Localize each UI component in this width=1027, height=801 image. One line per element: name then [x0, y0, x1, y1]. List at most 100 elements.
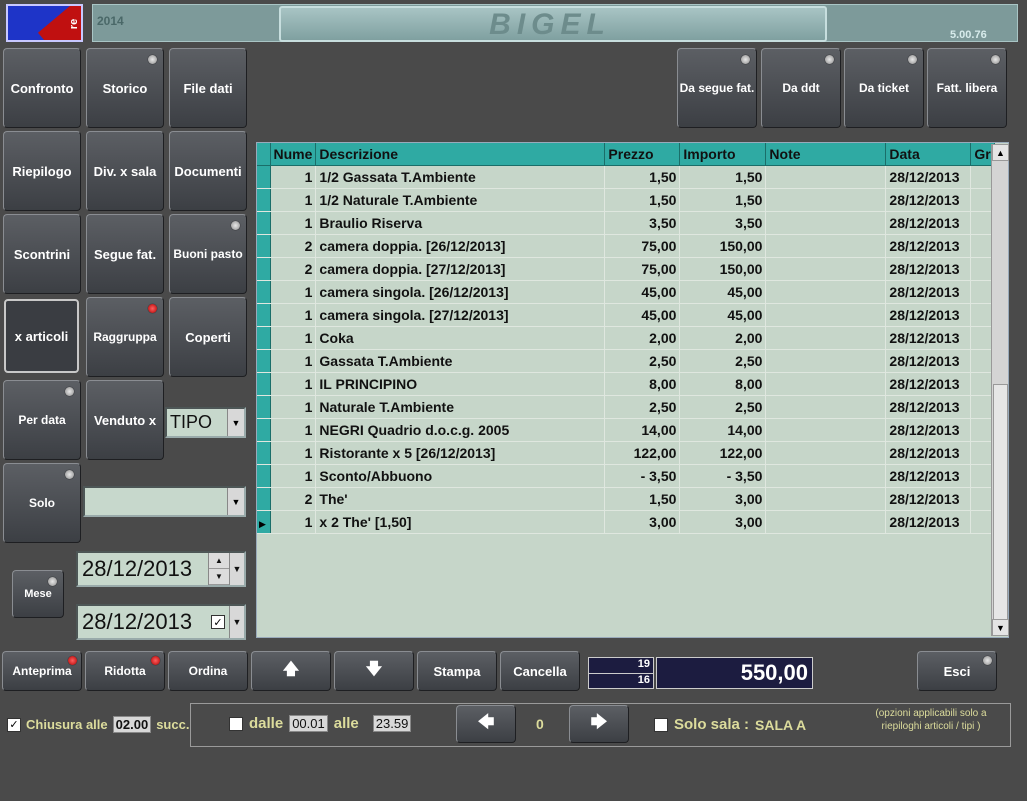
scroll-down-icon[interactable]: ▼ [992, 619, 1009, 636]
table-row[interactable]: 1 Naturale T.Ambiente 2,50 2,50 28/12/2013 [257, 395, 995, 419]
solo-button[interactable]: Solo [3, 463, 81, 543]
row-indicator[interactable] [257, 234, 271, 258]
x-articoli-button[interactable]: x articoli [4, 299, 79, 373]
row-indicator[interactable] [257, 487, 271, 511]
date-to-field[interactable]: 28/12/2013 ✓ ▼ [76, 604, 246, 640]
row-indicator[interactable] [257, 441, 271, 465]
fatt-libera-button[interactable]: Fatt. libera [927, 48, 1007, 128]
table-row[interactable]: 1 1/2 Gassata T.Ambiente 1,50 1,50 28/12/201… [257, 165, 995, 189]
chevron-down-icon[interactable]: ▼ [229, 553, 244, 585]
table-row[interactable]: 1 Sconto/Abbuono - 3,50- 3,50 28/12/2013 [257, 464, 995, 488]
dalle-to-input[interactable]: 23.59 [372, 715, 412, 732]
cell-descrizione: camera doppia. [26/12/2013] [315, 234, 606, 258]
chiusura-checkbox[interactable]: ✓ [7, 717, 21, 732]
scroll-up-icon[interactable]: ▲ [992, 144, 1009, 161]
table-row[interactable]: 1 1/2 Naturale T.Ambiente 1,50 1,50 28/12/20… [257, 188, 995, 212]
dalle-checkbox[interactable] [229, 716, 243, 731]
coperti-button[interactable]: Coperti [169, 297, 247, 377]
anteprima-button[interactable]: Anteprima [2, 651, 82, 691]
dalle-from-input[interactable]: 00.01 [289, 715, 328, 732]
row-indicator[interactable]: ▶ [257, 510, 271, 534]
row-indicator[interactable] [257, 395, 271, 419]
chiusura-time-input[interactable]: 02.00 [112, 716, 152, 733]
da-ddt-button[interactable]: Da ddt [761, 48, 841, 128]
tipo-select[interactable]: TIPO ▼ [165, 407, 246, 438]
div-sala-button[interactable]: Div. x sala [86, 131, 164, 211]
chevron-down-icon[interactable]: ▼ [229, 606, 244, 638]
table-row[interactable]: 2 camera doppia. [26/12/2013] 75,00 150,00 2… [257, 234, 995, 258]
solo-select[interactable]: ▼ [83, 486, 246, 517]
arrow-down-icon[interactable]: ▼ [209, 569, 229, 585]
cell-note [765, 303, 887, 327]
row-indicator[interactable] [257, 211, 271, 235]
move-down-button[interactable]: 🡇 [334, 651, 414, 691]
buoni-pasto-button[interactable]: Buoni pasto [169, 214, 247, 294]
ridotta-button[interactable]: Ridotta [85, 651, 165, 691]
row-indicator[interactable] [257, 165, 271, 189]
table-row[interactable]: ▶ 1 x 2 The' [1,50] 3,00 3,00 28/12/2013 [257, 510, 995, 534]
cell-data: 28/12/2013 [885, 257, 972, 281]
nav-next-button[interactable]: 🡆 [569, 705, 629, 743]
row-indicator[interactable] [257, 257, 271, 281]
row-indicator[interactable] [257, 280, 271, 304]
coperti-label: Coperti [185, 329, 231, 345]
da-ticket-button[interactable]: Da ticket [844, 48, 924, 128]
raggruppa-button[interactable]: Raggruppa [86, 297, 164, 377]
per-data-button[interactable]: Per data [3, 380, 81, 460]
col-header-descrizione[interactable]: Descrizione [315, 143, 606, 166]
row-indicator[interactable] [257, 372, 271, 396]
arrow-up-icon[interactable]: ▲ [209, 553, 229, 569]
date-spinner[interactable]: ▲ ▼ [208, 553, 229, 585]
da-segue-fat-button[interactable]: Da segue fat. [677, 48, 757, 128]
col-header-prezzo[interactable]: Prezzo [604, 143, 681, 166]
cancella-button[interactable]: Cancella [500, 651, 580, 691]
solo-sala-checkbox[interactable] [654, 717, 668, 732]
col-header-numero[interactable]: Nume [270, 143, 317, 166]
table-row[interactable]: 2 The' 1,50 3,00 28/12/2013 [257, 487, 995, 511]
venduto-x-button[interactable]: Venduto x [86, 380, 164, 460]
col-header-importo[interactable]: Importo [679, 143, 767, 166]
col-header-note[interactable]: Note [765, 143, 887, 166]
row-indicator[interactable] [257, 349, 271, 373]
riepilogo-button[interactable]: Riepilogo [3, 131, 81, 211]
total-amount: 550,00 [656, 657, 813, 689]
file-dati-button[interactable]: File dati [169, 48, 247, 128]
table-row[interactable]: 1 Ristorante x 5 [26/12/2013] 122,00 122,00… [257, 441, 995, 465]
table-row[interactable]: 1 camera singola. [26/12/2013] 45,00 45,00 2… [257, 280, 995, 304]
table-row[interactable]: 1 camera singola. [27/12/2013] 45,00 45,00 2… [257, 303, 995, 327]
mese-button[interactable]: Mese [12, 570, 64, 618]
table-row[interactable]: 1 NEGRI Quadrio d.o.c.g. 2005 14,00 14,00 28… [257, 418, 995, 442]
row-indicator[interactable] [257, 418, 271, 442]
date-from-field[interactable]: 28/12/2013 ▲ ▼ ▼ [76, 551, 246, 587]
table-row[interactable]: 2 camera doppia. [27/12/2013] 75,00 150,00 2… [257, 257, 995, 281]
ordina-button[interactable]: Ordina [168, 651, 248, 691]
cell-note [765, 211, 887, 235]
row-indicator[interactable] [257, 464, 271, 488]
scroll-thumb[interactable] [993, 384, 1008, 620]
col-header-data[interactable]: Data [885, 143, 972, 166]
row-indicator[interactable] [257, 303, 271, 327]
segue-fat-button[interactable]: Segue fat. [86, 214, 164, 294]
move-up-button[interactable]: 🡅 [251, 651, 331, 691]
documenti-button[interactable]: Documenti [169, 131, 247, 211]
cell-numero: 1 [270, 418, 317, 442]
chevron-down-icon[interactable]: ▼ [227, 488, 244, 515]
row-indicator[interactable] [257, 188, 271, 212]
table-row[interactable]: 1 Braulio Riserva 3,50 3,50 28/12/2013 [257, 211, 995, 235]
scontrini-button[interactable]: Scontrini [3, 214, 81, 294]
date-to-checkbox[interactable]: ✓ [211, 615, 225, 629]
stampa-button[interactable]: Stampa [417, 651, 497, 691]
cell-prezzo: 45,00 [604, 303, 681, 327]
table-row[interactable]: 1 IL PRINCIPINO 8,00 8,00 28/12/2013 [257, 372, 995, 396]
dalle-label: dalle [249, 715, 284, 732]
storico-button[interactable]: Storico [86, 48, 164, 128]
grid-scrollbar[interactable]: ▲ ▼ [991, 144, 1009, 636]
table-row[interactable]: 1 Gassata T.Ambiente 2,50 2,50 28/12/2013 [257, 349, 995, 373]
confronto-button[interactable]: Confronto [3, 48, 81, 128]
chevron-down-icon[interactable]: ▼ [227, 409, 244, 436]
cell-note [765, 326, 887, 350]
nav-prev-button[interactable]: 🡄 [456, 705, 516, 743]
table-row[interactable]: 1 Coka 2,00 2,00 28/12/2013 [257, 326, 995, 350]
esci-button[interactable]: Esci [917, 651, 997, 691]
row-indicator[interactable] [257, 326, 271, 350]
